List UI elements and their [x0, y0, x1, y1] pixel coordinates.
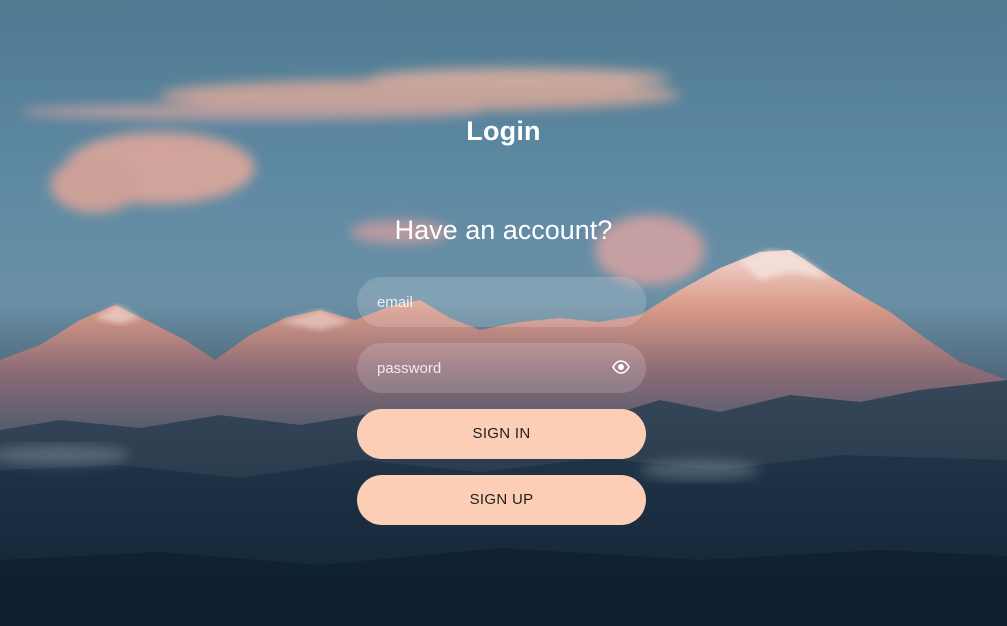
password-input[interactable] — [377, 359, 626, 377]
login-subtitle: Have an account? — [394, 215, 613, 245]
page-title: Login — [466, 116, 541, 146]
sign-in-button[interactable]: SIGN IN — [357, 409, 646, 459]
login-panel: Login Have an account? SIGN IN SIGN UP — [0, 0, 1007, 626]
sign-up-button[interactable]: SIGN UP — [357, 475, 646, 525]
email-input[interactable] — [377, 293, 626, 311]
email-field[interactable] — [357, 277, 646, 327]
password-field[interactable] — [357, 343, 646, 393]
eye-icon[interactable] — [612, 360, 630, 374]
